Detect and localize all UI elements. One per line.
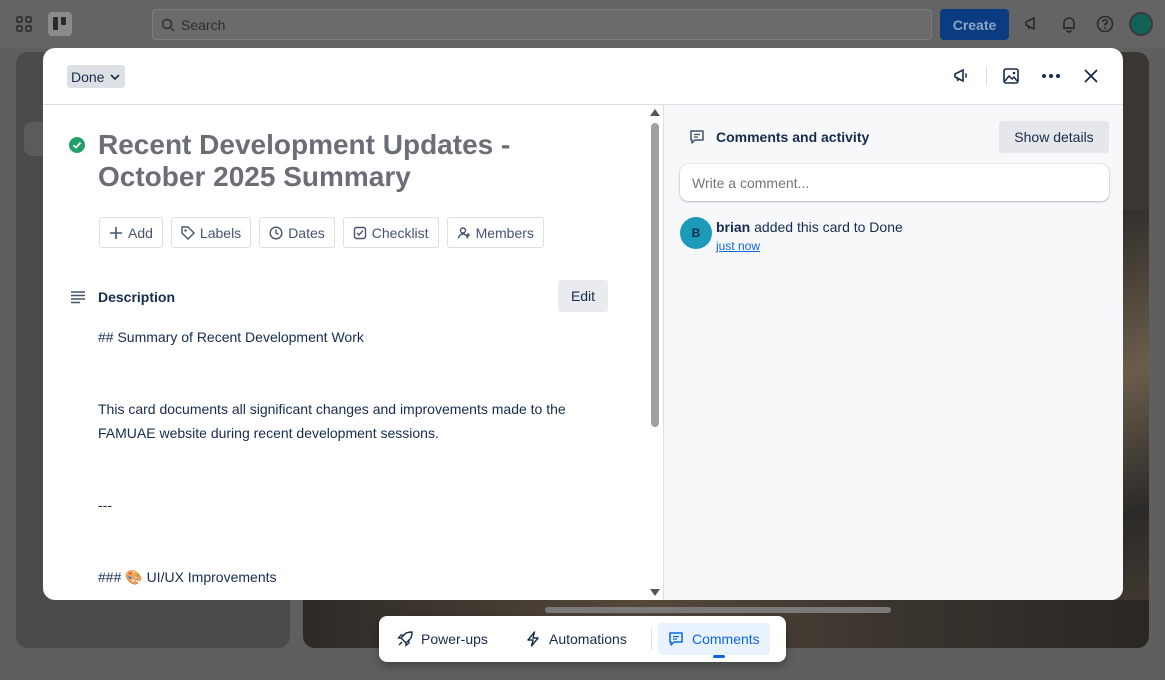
- description-scrollbar[interactable]: [648, 105, 662, 600]
- checklist-button[interactable]: Checklist: [342, 217, 439, 248]
- help-icon[interactable]: [1095, 14, 1115, 34]
- tag-icon: [181, 225, 195, 240]
- activity-timestamp-link[interactable]: just now: [716, 239, 760, 253]
- board-horizontal-scrollbar[interactable]: [545, 607, 891, 613]
- scroll-up-arrow-icon[interactable]: [650, 109, 660, 116]
- add-member-icon: [457, 226, 470, 239]
- automations-button[interactable]: Automations: [515, 623, 637, 655]
- checklist-icon: [353, 226, 366, 239]
- trello-logo-icon[interactable]: [48, 12, 72, 36]
- announcement-button[interactable]: [950, 64, 974, 88]
- comments-activity-pane: Comments and activity Show details B bri…: [663, 105, 1123, 600]
- image-icon: [1003, 68, 1019, 84]
- add-button-label: Add: [128, 224, 153, 241]
- chevron-down-icon: [110, 73, 121, 80]
- rocket-icon: [397, 631, 413, 647]
- labels-button-label: Labels: [199, 224, 242, 241]
- members-button-label: Members: [475, 224, 534, 241]
- toolbar-divider: [651, 628, 652, 650]
- close-icon: [1084, 69, 1098, 83]
- description-line: ## Summary of Recent Development Work: [98, 329, 364, 345]
- list-status-label: Done: [71, 68, 105, 85]
- search-placeholder: Search: [181, 16, 226, 33]
- cover-image-button[interactable]: [999, 64, 1023, 88]
- scroll-down-arrow-icon[interactable]: [650, 589, 660, 596]
- card-title[interactable]: Recent Development Updates - October 202…: [98, 129, 568, 193]
- add-button[interactable]: Add: [99, 217, 163, 248]
- comments-activity-heading: Comments and activity: [716, 129, 870, 145]
- card-main-pane: Recent Development Updates - October 202…: [43, 105, 663, 600]
- activity-user[interactable]: brian: [716, 219, 750, 235]
- close-modal-button[interactable]: [1079, 64, 1103, 88]
- power-ups-label: Power-ups: [421, 631, 488, 647]
- card-action-buttons: Add Labels Dates Checklist Members: [99, 217, 544, 248]
- megaphone-icon[interactable]: [1023, 14, 1043, 34]
- more-actions-button[interactable]: [1039, 64, 1063, 88]
- labels-button[interactable]: Labels: [170, 217, 252, 248]
- members-button[interactable]: Members: [446, 217, 544, 248]
- megaphone-icon: [954, 68, 968, 83]
- edit-description-button[interactable]: Edit: [558, 280, 608, 312]
- description-line: ---: [98, 497, 112, 513]
- comment-icon: [669, 632, 683, 646]
- dates-button[interactable]: Dates: [259, 217, 335, 248]
- description-line: This card documents all significant chan…: [98, 401, 566, 417]
- avatar[interactable]: B: [680, 217, 712, 249]
- active-tab-indicator: [713, 655, 725, 658]
- header-divider: [986, 66, 987, 86]
- description-line: FAMUAE website during recent development…: [98, 425, 439, 441]
- more-dots-icon: [1042, 74, 1060, 78]
- dates-button-label: Dates: [288, 224, 325, 241]
- notifications-bell-icon[interactable]: [1059, 14, 1079, 34]
- comments-label: Comments: [692, 631, 760, 647]
- complete-check-icon[interactable]: [69, 137, 85, 153]
- search-input[interactable]: Search: [152, 9, 932, 40]
- list-status-dropdown[interactable]: Done: [67, 65, 126, 88]
- activity-entry: brian added this card to Done: [716, 219, 903, 235]
- description-lines-icon: [71, 291, 85, 304]
- modal-header: Done: [43, 48, 1123, 105]
- checklist-button-label: Checklist: [371, 224, 429, 241]
- bottom-toolbar: Power-ups Automations Comments: [379, 616, 786, 662]
- automations-label: Automations: [549, 631, 627, 647]
- comment-icon: [690, 130, 704, 144]
- create-button[interactable]: Create: [940, 9, 1009, 40]
- comments-button[interactable]: Comments: [658, 623, 770, 655]
- power-ups-button[interactable]: Power-ups: [387, 623, 498, 655]
- search-icon: [161, 18, 175, 32]
- comment-input[interactable]: [680, 164, 1109, 201]
- plus-icon: [110, 226, 122, 239]
- card-detail-modal: Done Recent Development Updates - Octobe…: [43, 48, 1123, 600]
- description-line: ### 🎨 UI/UX Improvements: [98, 569, 277, 585]
- app-switcher-icon[interactable]: [16, 16, 32, 32]
- show-details-button[interactable]: Show details: [999, 121, 1109, 153]
- description-heading: Description: [98, 289, 176, 305]
- top-navigation-bar: Search Create: [0, 0, 1165, 48]
- activity-text: added this card to Done: [750, 219, 903, 235]
- clock-icon: [269, 225, 283, 240]
- lightning-icon: [527, 631, 539, 647]
- account-avatar[interactable]: [1129, 12, 1153, 36]
- scrollbar-thumb[interactable]: [651, 123, 659, 427]
